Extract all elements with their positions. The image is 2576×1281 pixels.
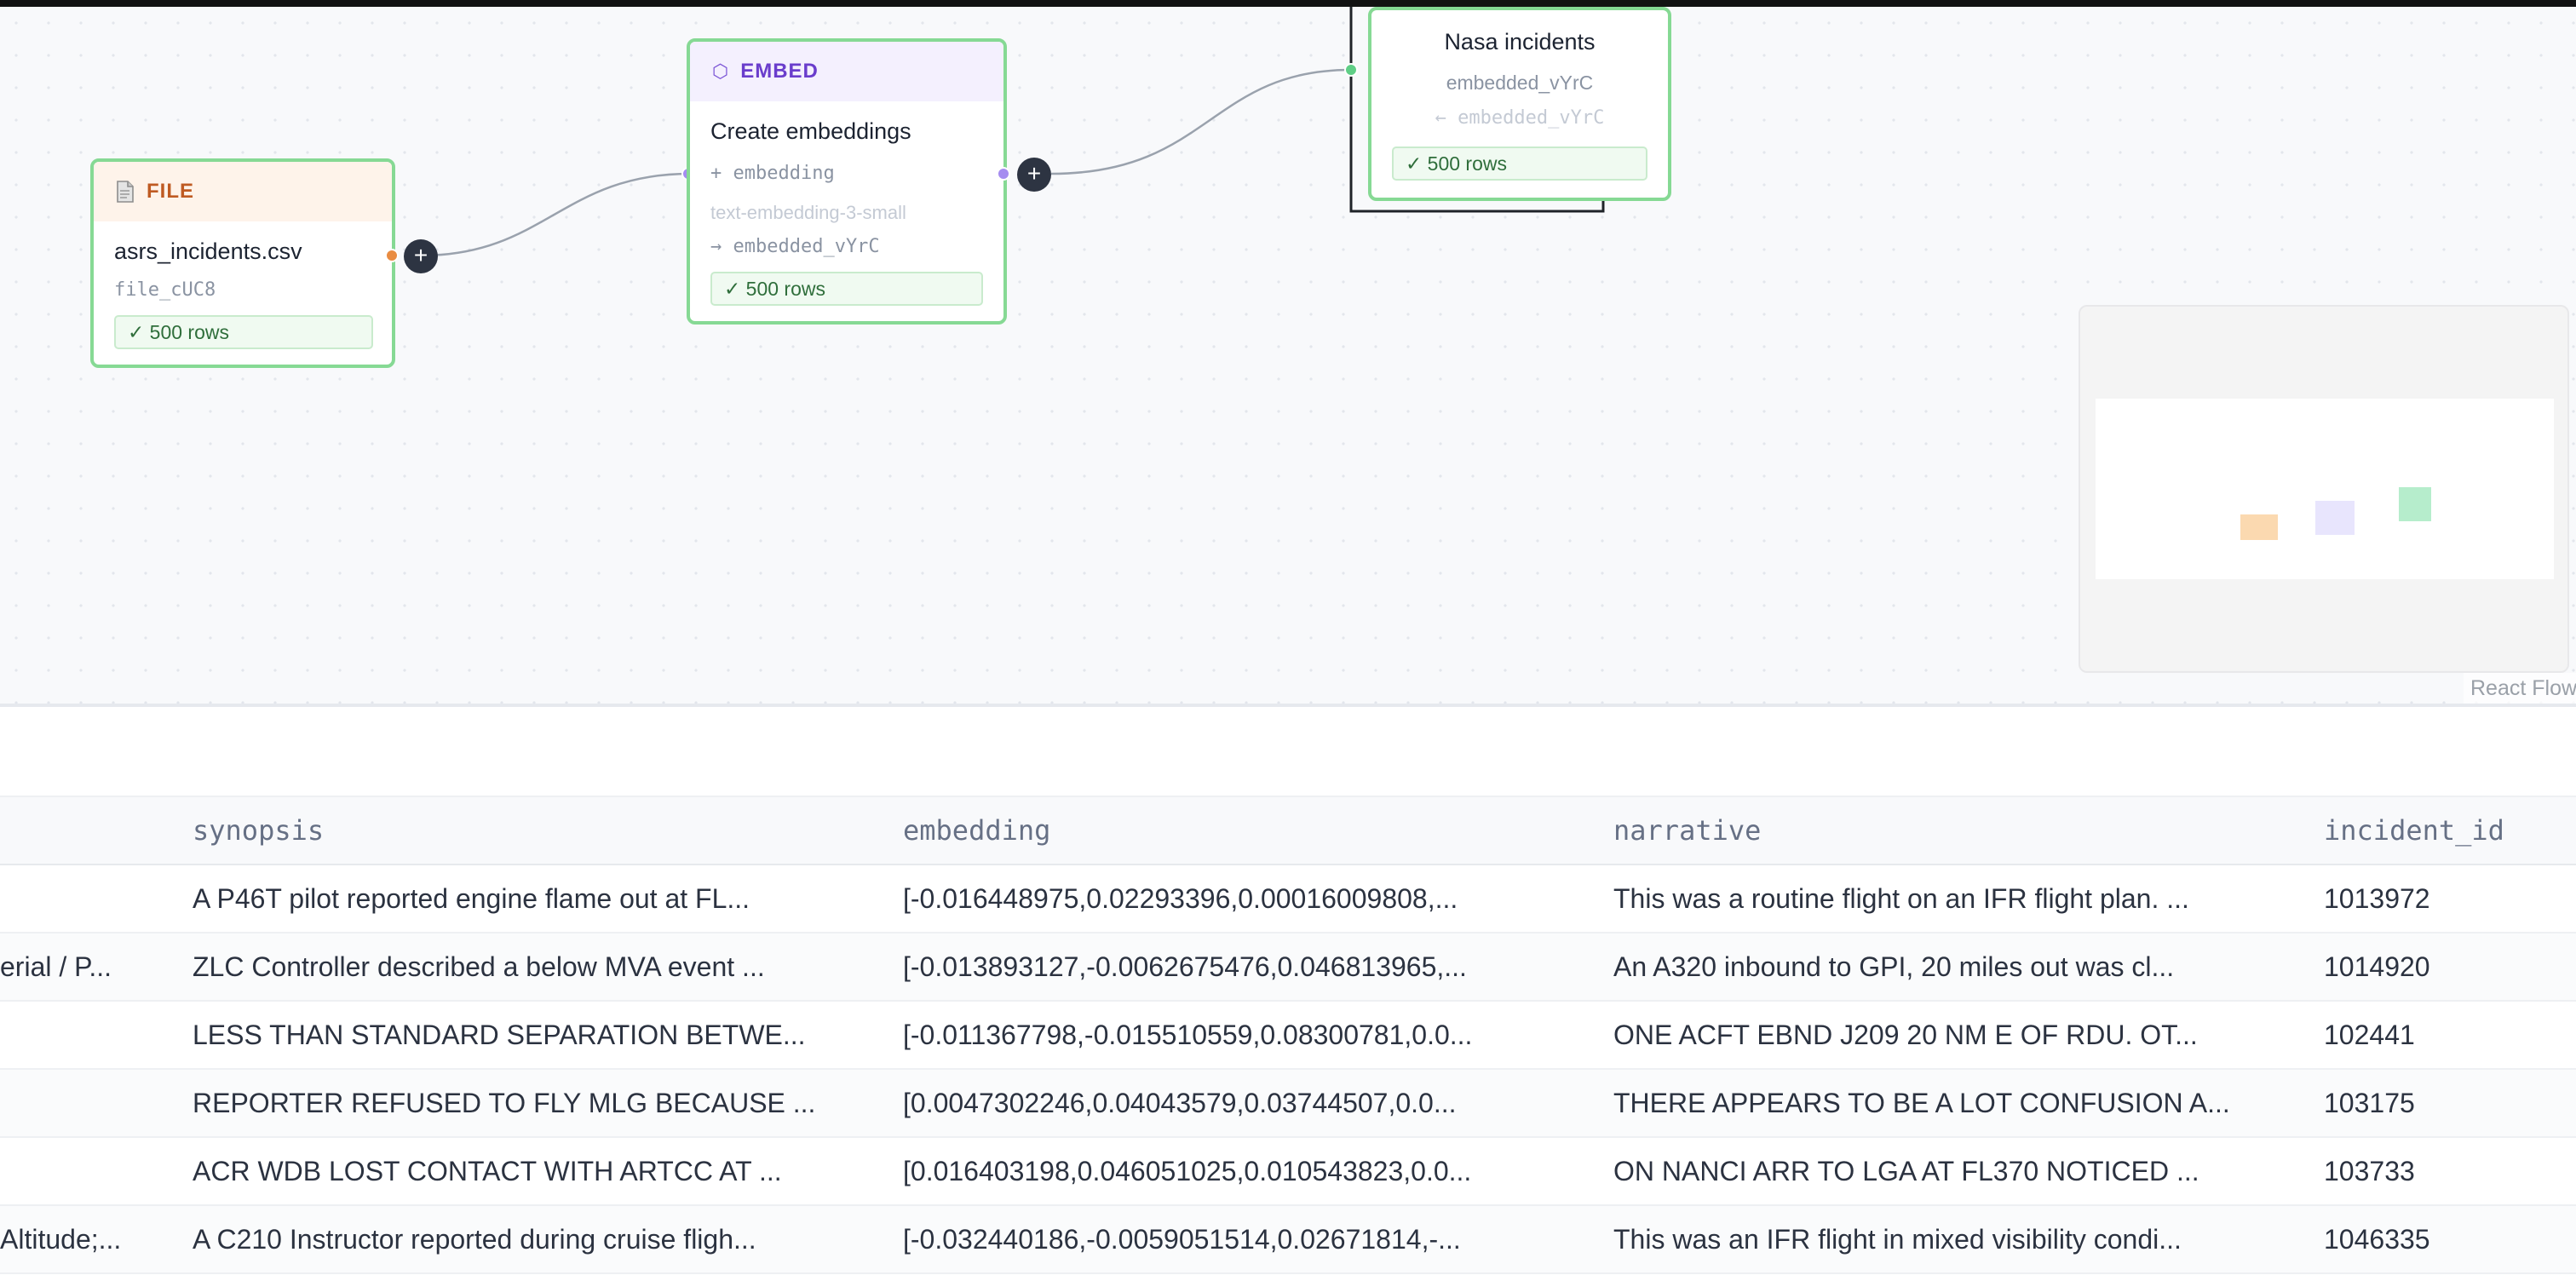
file-node[interactable]: FILE asrs_incidents.csv file_cUC8 ✓ 500 …	[90, 158, 395, 368]
table-cell-clipped	[0, 1070, 170, 1136]
file-node-id: file_cUC8	[114, 279, 216, 301]
file-node-rows-badge: ✓ 500 rows	[114, 315, 373, 349]
column-header-narrative[interactable]: narrative	[1613, 797, 1761, 864]
table-header: synopsis embedding narrative incident_id	[0, 796, 2576, 865]
edge-file-to-embed	[420, 172, 691, 257]
embed-node-add-button[interactable]: +	[1017, 158, 1051, 192]
table-cell-narrative: ON NANCI ARR TO LGA AT FL370 NOTICED ...	[1613, 1156, 2199, 1186]
file-node-header: FILE	[94, 162, 392, 221]
minimap[interactable]	[2079, 305, 2569, 673]
data-preview-panel: synopsis embedding narrative incident_id…	[0, 707, 2576, 1281]
table-cell-synopsis: ACR WDB LOST CONTACT WITH ARTCC AT ...	[193, 1156, 782, 1186]
table-cell-incident-id: 1013972	[2324, 883, 2430, 914]
table-cell-embedding: [0.016403198,0.046051025,0.010543823,0.0…	[903, 1156, 1472, 1186]
table-cell-incident-id: 103175	[2324, 1088, 2415, 1118]
file-node-type-label: FILE	[147, 180, 194, 203]
table-cell-incident-id: 1046335	[2324, 1224, 2430, 1255]
file-node-add-button[interactable]: +	[404, 239, 438, 273]
table-row[interactable]: erial / P... ZLC Controller described a …	[0, 933, 2576, 1002]
embed-node-output: → embedded_vYrC	[710, 236, 880, 257]
output-node-title: Nasa incidents	[1444, 29, 1596, 55]
table-cell-clipped: erial / P...	[0, 951, 112, 982]
table-cell-narrative: This was a routine flight on an IFR flig…	[1613, 883, 2189, 914]
table-cell-incident-id: 102441	[2324, 1020, 2415, 1050]
table-row[interactable]: A P46T pilot reported engine flame out a…	[0, 865, 2576, 933]
minimap-output-node	[2399, 487, 2431, 521]
output-node-source: embedded_vYrC	[1446, 72, 1594, 94]
table-cell-embedding: [-0.013893127,-0.0062675476,0.046813965,…	[903, 951, 1467, 982]
table-cell-embedding: [-0.032440186,-0.0059051514,0.02671814,-…	[903, 1224, 1461, 1255]
table-cell-synopsis: ZLC Controller described a below MVA eve…	[193, 951, 765, 982]
table-cell-incident-id: 1014920	[2324, 951, 2430, 982]
table-cell-clipped	[0, 1138, 170, 1204]
react-flow-attribution[interactable]: React Flow	[2464, 673, 2576, 704]
embed-node-added-column: + embedding	[710, 163, 835, 184]
table-cell-clipped	[0, 865, 170, 932]
table-row[interactable]: LESS THAN STANDARD SEPARATION BETWE... […	[0, 1002, 2576, 1070]
table-cell-synopsis: LESS THAN STANDARD SEPARATION BETWE...	[193, 1020, 806, 1050]
hexagon-icon: ⬡	[712, 60, 729, 82]
embed-node-type-label: EMBED	[740, 60, 819, 83]
table-row[interactable]: ACR WDB LOST CONTACT WITH ARTCC AT ... […	[0, 1138, 2576, 1206]
table-cell-narrative: THERE APPEARS TO BE A LOT CONFUSION A...	[1613, 1088, 2230, 1118]
embed-node[interactable]: ⬡ EMBED Create embeddings + embedding te…	[687, 38, 1007, 325]
table-cell-incident-id: 103733	[2324, 1156, 2415, 1186]
table-cell-synopsis: REPORTER REFUSED TO FLY MLG BECAUSE ...	[193, 1088, 816, 1118]
edge-embed-to-output	[1050, 68, 1352, 175]
output-node-input-handle[interactable]	[1344, 63, 1358, 77]
output-node-rows-badge: ✓ 500 rows	[1392, 146, 1647, 181]
table-cell-clipped: Altitude;...	[0, 1224, 122, 1255]
table-cell-narrative: This was an IFR flight in mixed visibili…	[1613, 1224, 2182, 1255]
table-cell-synopsis: A P46T pilot reported engine flame out a…	[193, 883, 750, 914]
minimap-file-node	[2240, 514, 2278, 540]
minimap-embed-node	[2315, 501, 2355, 535]
column-header-synopsis[interactable]: synopsis	[193, 797, 324, 864]
column-header-incident-id[interactable]: incident_id	[2324, 797, 2504, 864]
flow-canvas[interactable]: FILE asrs_incidents.csv file_cUC8 ✓ 500 …	[0, 7, 2576, 704]
file-node-output-handle[interactable]	[385, 249, 399, 262]
output-node[interactable]: Nasa incidents embedded_vYrC ← embedded_…	[1368, 7, 1671, 201]
top-bar	[0, 0, 2576, 7]
table-cell-narrative: An A320 inbound to GPI, 20 miles out was…	[1613, 951, 2175, 982]
table-cell-embedding: [-0.011367798,-0.015510559,0.08300781,0.…	[903, 1020, 1473, 1050]
embed-node-output-handle[interactable]	[997, 167, 1010, 181]
table-cell-synopsis: A C210 Instructor reported during cruise…	[193, 1224, 756, 1255]
minimap-viewport[interactable]	[2096, 399, 2554, 579]
table-cell-embedding: [-0.016448975,0.02293396,0.00016009808,.…	[903, 883, 1458, 914]
file-icon	[117, 181, 134, 203]
column-header-embedding[interactable]: embedding	[903, 797, 1050, 864]
embed-node-model: text-embedding-3-small	[710, 202, 906, 223]
embed-node-title: Create embeddings	[710, 118, 911, 144]
table-row[interactable]: Altitude;... A C210 Instructor reported …	[0, 1206, 2576, 1274]
embed-node-rows-badge: ✓ 500 rows	[710, 272, 983, 306]
output-node-input: ← embedded_vYrC	[1435, 107, 1605, 129]
table-cell-clipped	[0, 1002, 170, 1068]
table-cell-embedding: [0.0047302246,0.04043579,0.03744507,0.0.…	[903, 1088, 1457, 1118]
table-cell-narrative: ONE ACFT EBND J209 20 NM E OF RDU. OT...	[1613, 1020, 2198, 1050]
table-row[interactable]: REPORTER REFUSED TO FLY MLG BECAUSE ... …	[0, 1070, 2576, 1138]
embed-node-header: ⬡ EMBED	[690, 42, 1003, 101]
panel-toolbar	[0, 707, 2576, 796]
app-window: FILE asrs_incidents.csv file_cUC8 ✓ 500 …	[0, 0, 2576, 1281]
file-node-title: asrs_incidents.csv	[114, 238, 302, 264]
